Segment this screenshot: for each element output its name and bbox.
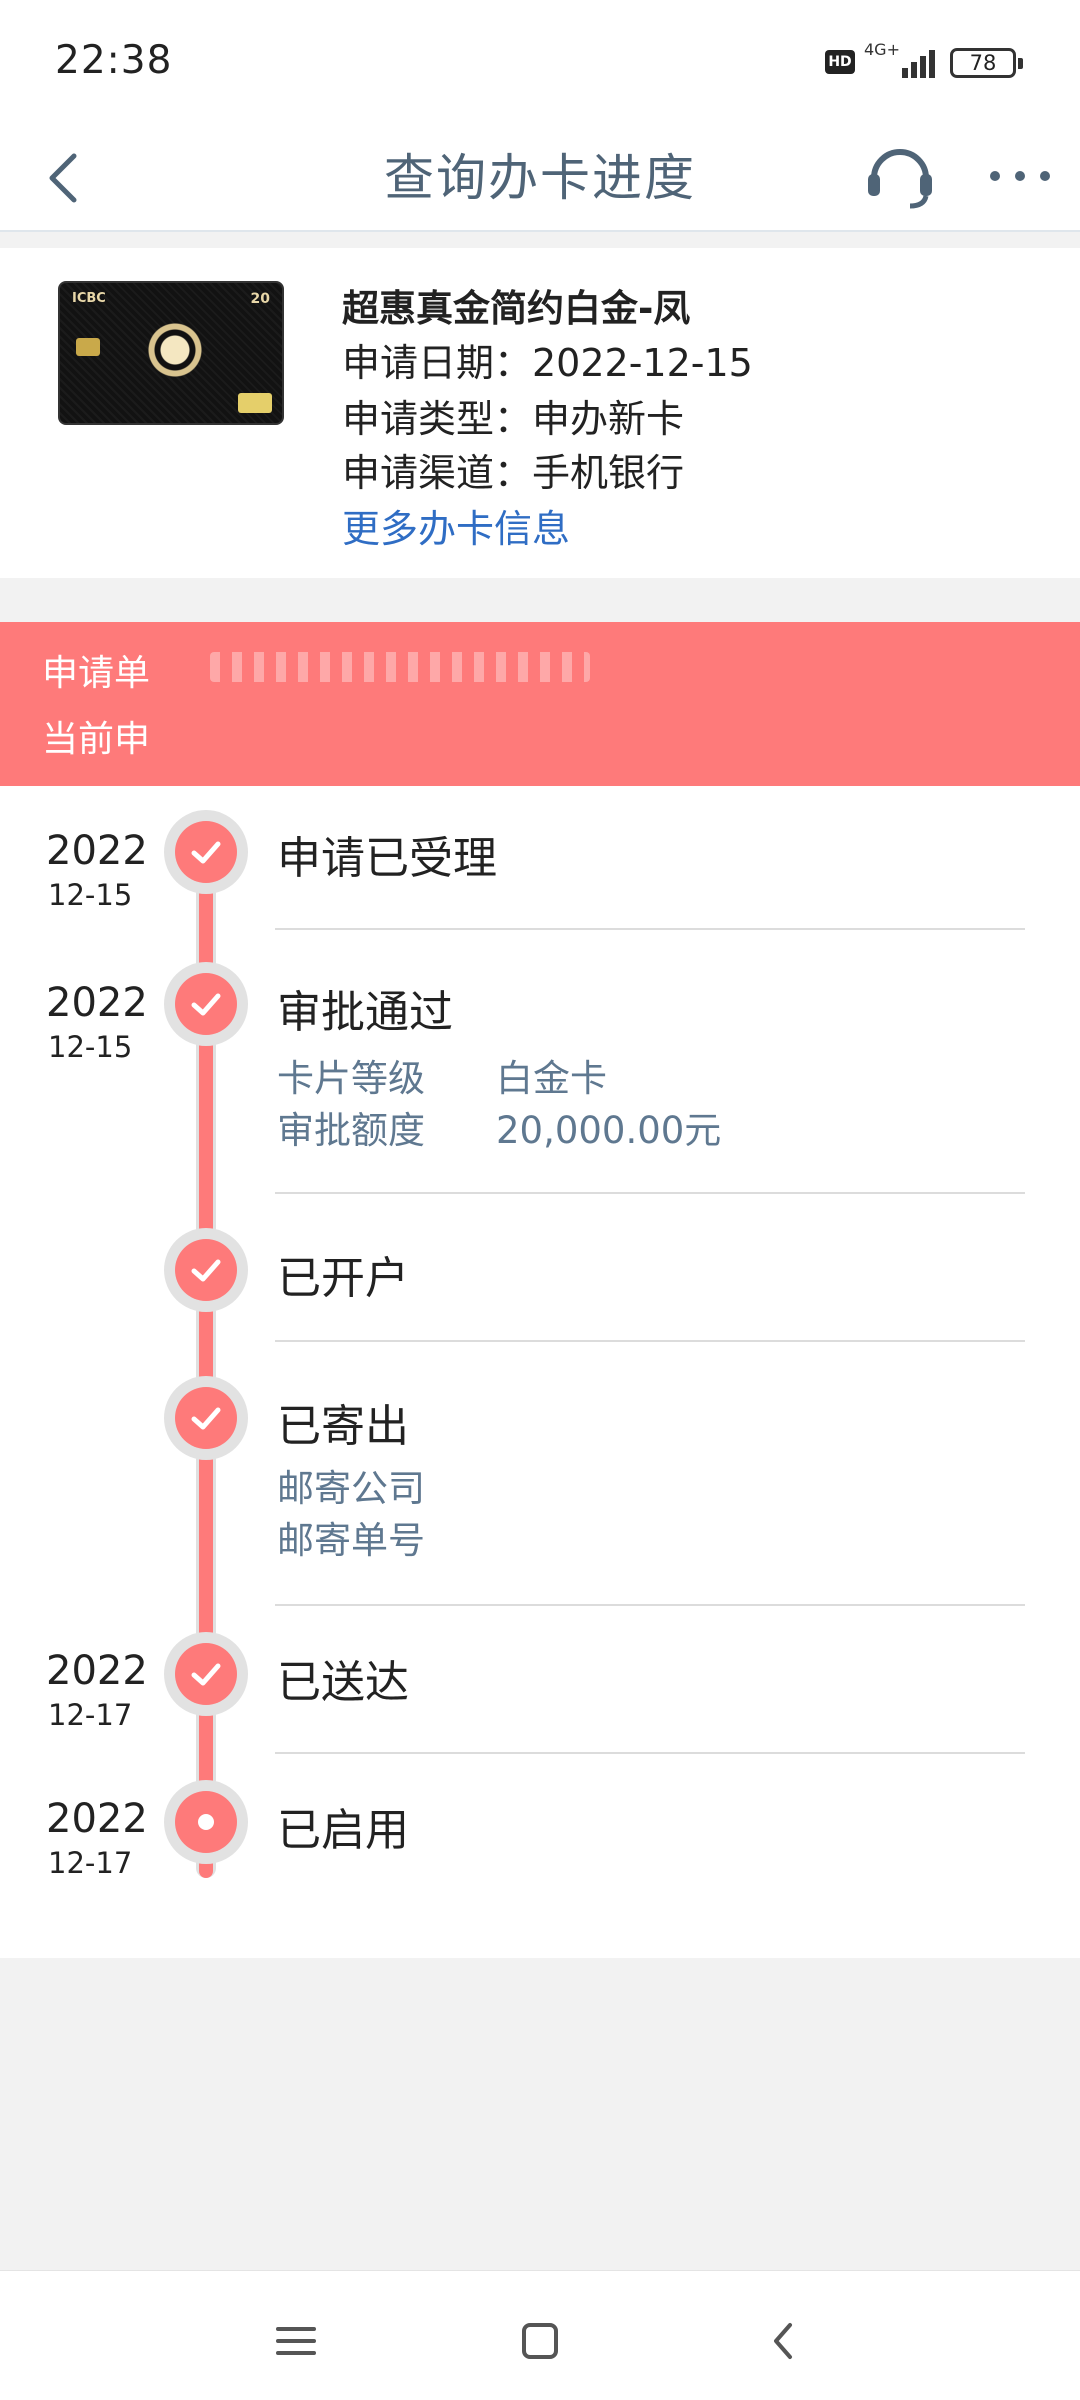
divider — [275, 1192, 1025, 1194]
step-title: 已开户 — [277, 1253, 409, 1304]
back-icon[interactable] — [754, 2311, 814, 2371]
check-icon — [191, 993, 221, 1016]
detail-label: 邮寄单号 — [277, 1519, 425, 1562]
step-year: 2022 — [46, 828, 148, 874]
hd-badge: HD — [825, 50, 855, 74]
detail-label: 卡片等级 — [277, 1057, 425, 1100]
status-bar: 22:38 HD 4G+ 78 — [0, 0, 1080, 120]
divider — [275, 1752, 1025, 1754]
step-date: 12-15 — [48, 1030, 133, 1064]
step-date: 12-15 — [48, 878, 133, 912]
check-icon — [191, 1663, 221, 1686]
card-name: 超惠真金简约白金-凤 — [342, 287, 691, 330]
card-brand: ICBC — [72, 291, 106, 306]
battery-icon: 78 — [950, 48, 1023, 78]
card-chip — [76, 338, 100, 356]
signal-icon — [880, 44, 938, 78]
apply-type: 申请类型：申办新卡 — [342, 397, 685, 441]
system-nav-bar — [0, 2270, 1080, 2400]
current-status-label: 当前申 — [42, 719, 151, 760]
apply-channel: 申请渠道：手机银行 — [342, 451, 685, 495]
apply-date: 申请日期：2022-12-15 — [342, 341, 753, 385]
step-check-node — [164, 1376, 248, 1460]
divider — [275, 1604, 1025, 1606]
step-check-node — [164, 1632, 248, 1716]
step-check-node — [164, 1228, 248, 1312]
card-info-section: ICBC 20 超惠真金简约白金-凤 申请日期：2022-12-15 申请类型：… — [0, 248, 1080, 578]
phoenix-emblem-icon — [140, 315, 210, 385]
detail-value: 20,000.00元 — [496, 1109, 722, 1152]
check-icon — [191, 841, 221, 864]
detail-label: 审批额度 — [277, 1109, 425, 1152]
progress-timeline: 2022 12-15 申请已受理 2022 12-15 审批通过 卡片等级 白金… — [0, 786, 1080, 1958]
unionpay-logo — [238, 393, 272, 413]
nav-bar: 查询办卡进度 — [0, 120, 1080, 232]
application-banner: 申请单 当前申 — [0, 622, 1080, 786]
masked-application-number — [210, 652, 590, 682]
more-card-info-link[interactable]: 更多办卡信息 — [342, 498, 570, 553]
divider — [275, 1340, 1025, 1342]
status-time: 22:38 — [55, 38, 173, 83]
check-icon — [191, 1407, 221, 1430]
detail-label: 邮寄公司 — [277, 1467, 425, 1510]
step-date: 12-17 — [48, 1846, 133, 1880]
card-image: ICBC 20 — [60, 283, 282, 423]
step-title: 已启用 — [277, 1805, 409, 1856]
step-year: 2022 — [46, 1648, 148, 1694]
step-year: 2022 — [46, 980, 148, 1026]
step-check-node — [164, 962, 248, 1046]
divider — [275, 928, 1025, 930]
step-check-node — [164, 810, 248, 894]
step-current-node — [164, 1780, 248, 1864]
card-badge-number: 20 — [250, 291, 270, 307]
step-title: 审批通过 — [277, 987, 453, 1038]
step-date: 12-17 — [48, 1698, 133, 1732]
step-year: 2022 — [46, 1796, 148, 1842]
step-title: 已送达 — [277, 1657, 409, 1708]
headset-icon[interactable] — [860, 134, 940, 214]
home-icon[interactable] — [510, 2311, 570, 2371]
step-title: 申请已受理 — [277, 833, 497, 884]
step-title: 已寄出 — [277, 1401, 409, 1452]
menu-icon[interactable] — [266, 2311, 326, 2371]
current-dot-icon — [198, 1814, 214, 1830]
more-dots-icon[interactable] — [985, 146, 1055, 206]
detail-value: 白金卡 — [496, 1057, 607, 1100]
application-no-label: 申请单 — [42, 653, 151, 694]
check-icon — [191, 1259, 221, 1282]
